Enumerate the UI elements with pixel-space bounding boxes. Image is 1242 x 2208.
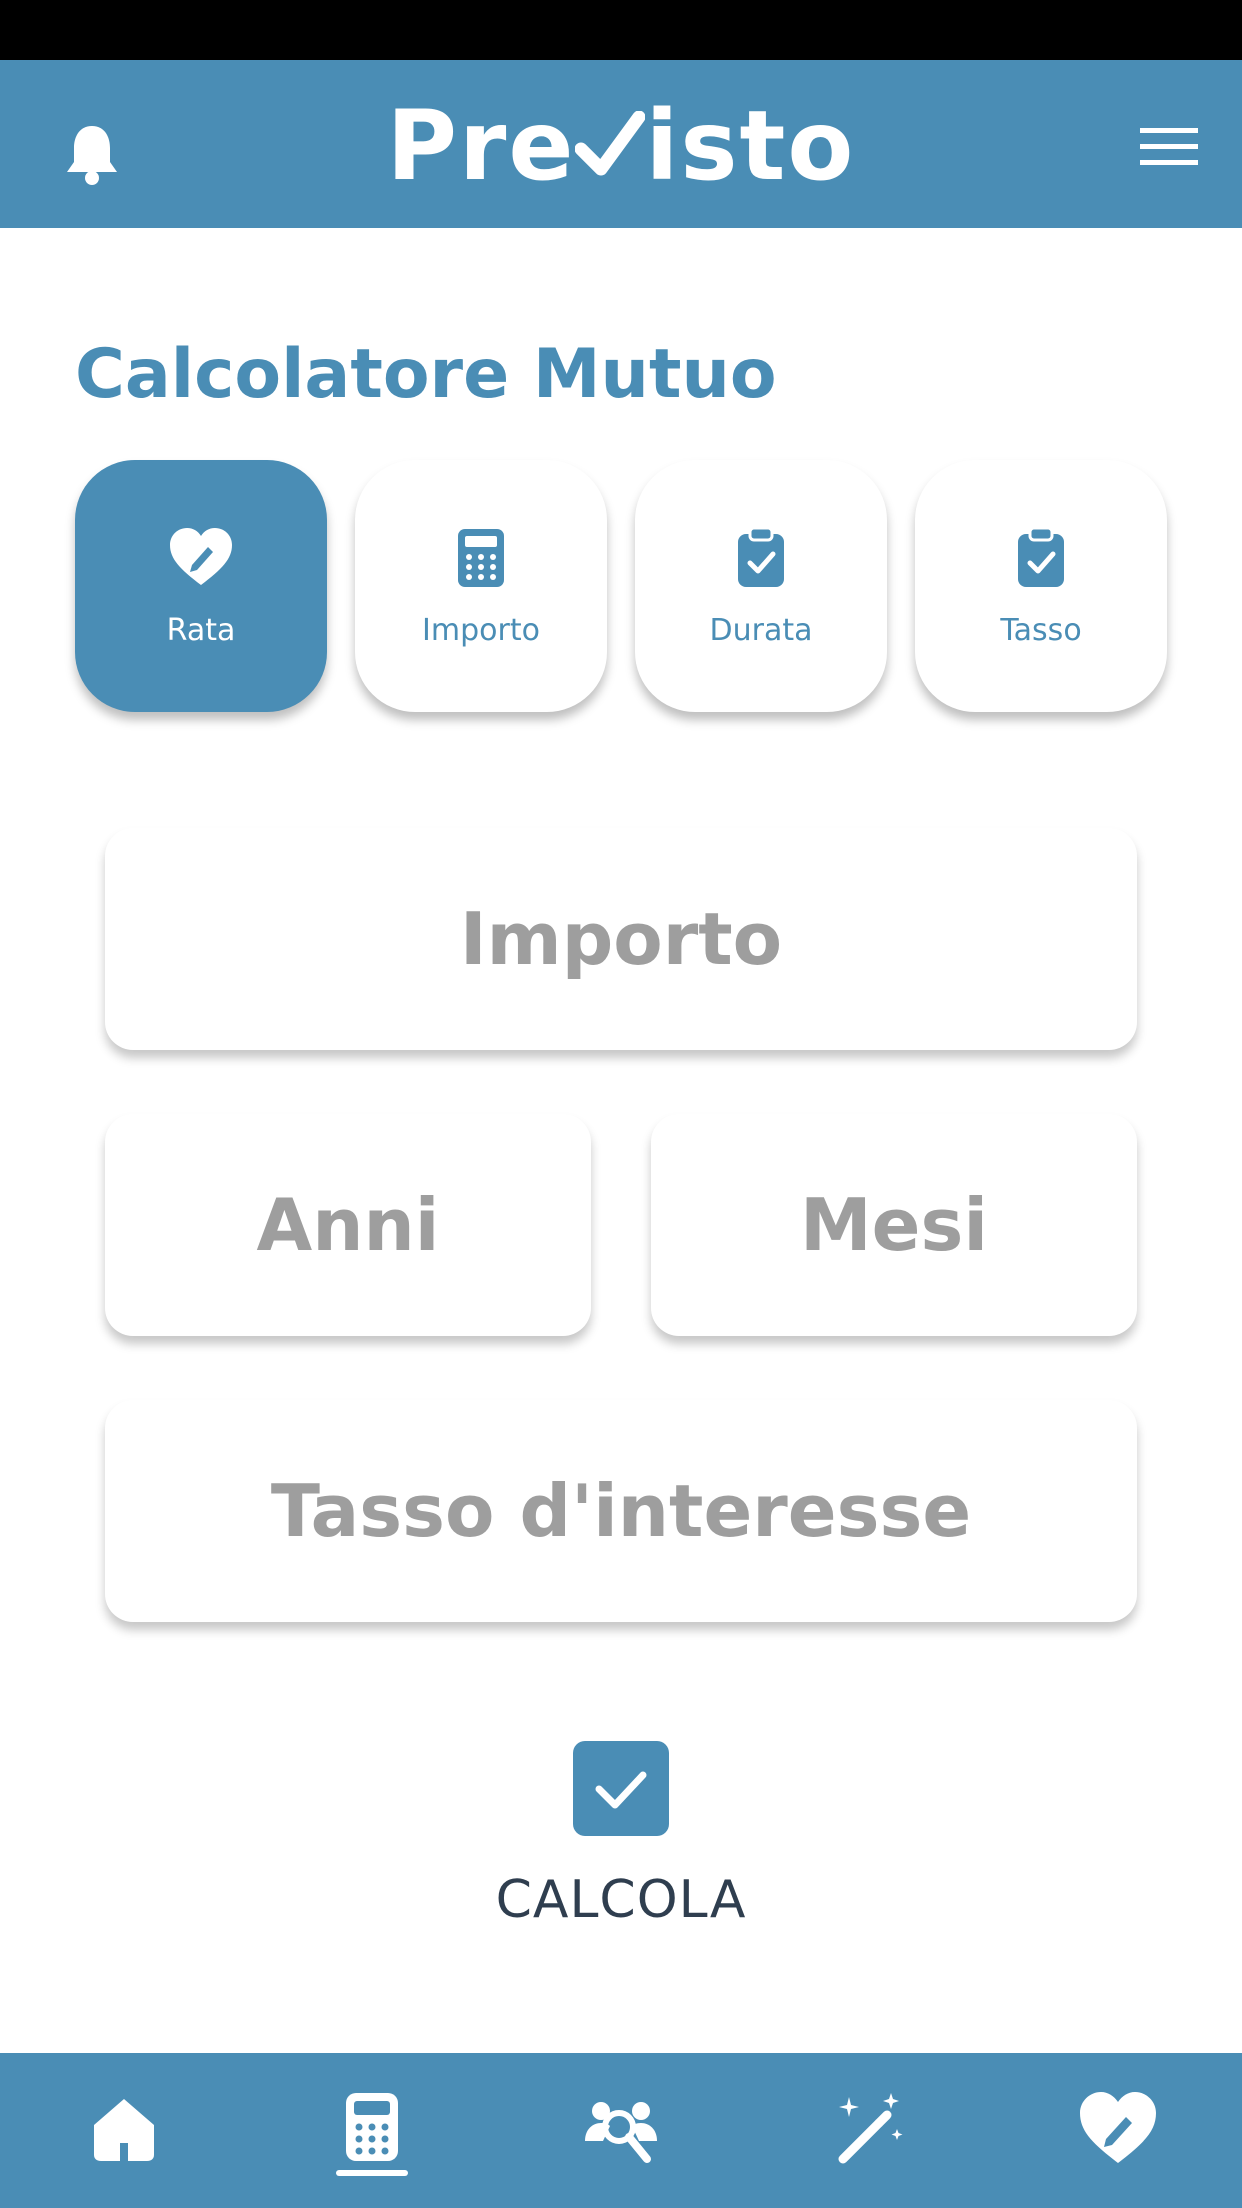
- logo-check-icon: [575, 111, 646, 176]
- calcola-button[interactable]: CALCOLA: [0, 1870, 1242, 1930]
- users-search-icon[interactable]: [581, 2089, 661, 2169]
- tab-rata[interactable]: Rata: [75, 460, 327, 712]
- tasso-field[interactable]: [105, 1400, 1137, 1622]
- tab-label: Durata: [709, 612, 813, 648]
- app-header: Pre isto: [0, 60, 1242, 228]
- mesi-field[interactable]: [651, 1114, 1137, 1336]
- tasso-input[interactable]: [105, 1400, 1137, 1622]
- clipboard-check-icon: [738, 526, 784, 587]
- anni-field[interactable]: [105, 1114, 591, 1336]
- tab-label: Rata: [166, 612, 236, 648]
- checkbox-check-icon: [595, 1771, 647, 1809]
- importo-field[interactable]: [105, 828, 1137, 1050]
- tab-label: Importo: [422, 612, 540, 648]
- tab-importo[interactable]: Importo: [355, 460, 607, 712]
- importo-input[interactable]: [105, 828, 1137, 1050]
- home-icon[interactable]: [84, 2089, 164, 2169]
- app-logo: Pre isto: [386, 90, 856, 202]
- calculator-icon: [458, 528, 504, 587]
- calcola-checkbox[interactable]: [573, 1741, 669, 1836]
- calculator-icon[interactable]: [332, 2089, 412, 2169]
- tab-tasso[interactable]: Tasso: [915, 460, 1167, 712]
- bottom-nav: [0, 2053, 1242, 2208]
- mesi-input[interactable]: [651, 1114, 1137, 1336]
- menu-icon[interactable]: [1140, 126, 1198, 168]
- clipboard-check-icon: [1018, 526, 1064, 587]
- magic-wand-icon[interactable]: [829, 2089, 909, 2169]
- mode-tabs: Rata Importo Durata Tasso: [75, 460, 1167, 712]
- page-title: Calcolatore Mutuo: [75, 335, 777, 414]
- tab-durata[interactable]: Durata: [635, 460, 887, 712]
- active-tab-indicator: [336, 2170, 408, 2176]
- heart-pencil-icon: [170, 527, 232, 585]
- heart-pencil-icon[interactable]: [1078, 2089, 1158, 2169]
- tab-label: Tasso: [1000, 612, 1082, 648]
- anni-input[interactable]: [105, 1114, 591, 1336]
- status-bar: [0, 0, 1242, 60]
